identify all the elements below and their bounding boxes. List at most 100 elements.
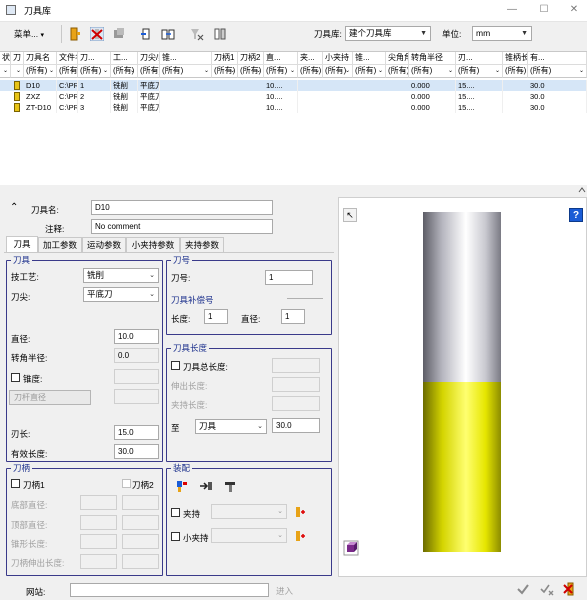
shank-diameter-field[interactable] xyxy=(114,389,159,404)
top-diameter-field-2[interactable] xyxy=(122,515,159,530)
column-header[interactable]: 尖角角度 xyxy=(386,52,409,65)
copy-tool-icon[interactable] xyxy=(112,27,126,41)
column-header[interactable]: 刀 xyxy=(11,52,24,65)
close-icon[interactable]: ✕ xyxy=(568,4,580,16)
column-header[interactable]: 刀柄1 xyxy=(212,52,238,65)
column-filter[interactable]: (所有)⌄ xyxy=(57,65,78,78)
column-filter[interactable]: (所有)⌄ xyxy=(138,65,160,78)
small-holder-checkbox[interactable] xyxy=(171,532,180,541)
shank-extension-field-2[interactable] xyxy=(122,554,159,569)
menu-button[interactable]: 菜单... ▾ xyxy=(14,28,44,40)
clear-filter-icon[interactable] xyxy=(190,27,204,41)
to-select[interactable]: 刀具 ⌄ xyxy=(195,419,267,434)
tool-preview-viewer[interactable]: ↖ ? xyxy=(338,197,587,577)
column-header[interactable]: 状 xyxy=(0,52,11,65)
taper-length-field-1[interactable] xyxy=(80,534,117,549)
column-header[interactable]: 夹... xyxy=(298,52,323,65)
column-header[interactable]: 锥... xyxy=(353,52,386,65)
column-header[interactable]: 刀... xyxy=(78,52,111,65)
column-header[interactable]: 文件名 xyxy=(57,52,78,65)
length-offset-field[interactable]: 1 xyxy=(204,309,228,324)
minimize-icon[interactable]: — xyxy=(506,4,518,16)
to-length-field[interactable]: 30.0 xyxy=(272,418,320,433)
column-header[interactable]: 直... xyxy=(264,52,298,65)
column-header[interactable]: 转角半径 xyxy=(409,52,456,65)
help-icon[interactable]: ? xyxy=(569,208,583,222)
column-filter[interactable]: (所有)⌄ xyxy=(386,65,409,78)
import-icon[interactable] xyxy=(140,27,154,41)
shank-extension-field-1[interactable] xyxy=(80,554,117,569)
column-filter[interactable]: ⌄ xyxy=(11,65,24,78)
diameter-offset-field[interactable]: 1 xyxy=(281,309,305,324)
shank2-checkbox[interactable] xyxy=(122,479,131,488)
tab-motion-params[interactable]: 运动参数 xyxy=(82,237,126,252)
library-select[interactable]: 建个刀具库 ▼ xyxy=(345,26,431,41)
column-header[interactable]: 锥... xyxy=(160,52,212,65)
export-icon[interactable] xyxy=(161,27,175,41)
bottom-diameter-field-2[interactable] xyxy=(122,495,159,510)
maximize-icon[interactable]: ☐ xyxy=(538,4,550,16)
column-filter[interactable]: ⌄ xyxy=(0,65,11,78)
column-filter[interactable]: (所有)⌄ xyxy=(111,65,138,78)
apply-icon[interactable] xyxy=(540,582,554,596)
column-filter[interactable]: (所有)⌄ xyxy=(212,65,238,78)
unit-select[interactable]: mm ▼ xyxy=(472,26,532,41)
holder-checkbox[interactable] xyxy=(171,508,180,517)
diameter-field[interactable]: 10.0 xyxy=(114,329,159,344)
attach-holder-icon[interactable] xyxy=(199,479,213,493)
holder-edit-icon[interactable] xyxy=(293,505,307,519)
column-header[interactable]: 小夹持 xyxy=(323,52,353,65)
tip-select[interactable]: 平底刀 ⌄ xyxy=(83,287,159,302)
comment-field[interactable]: No comment xyxy=(91,219,273,234)
column-filter[interactable]: (所有)⌄ xyxy=(323,65,353,78)
column-filter[interactable]: (所有)⌄ xyxy=(238,65,264,78)
column-filter[interactable]: (所有)⌄ xyxy=(503,65,528,78)
total-length-field[interactable] xyxy=(272,358,320,373)
tool-name-field[interactable]: D10 xyxy=(91,200,273,215)
table-row[interactable]: ZXZC:\PR...2铣削平底刀 10.... 0.00015.... 30.0 xyxy=(0,91,587,102)
view-orientation-icon[interactable] xyxy=(343,540,359,556)
effective-length-field[interactable]: 30.0 xyxy=(114,444,159,459)
small-holder-select[interactable]: ⌄ xyxy=(211,528,287,543)
column-settings-icon[interactable] xyxy=(214,27,228,41)
column-header[interactable]: 刀柄2 xyxy=(238,52,264,65)
select-cursor-icon[interactable]: ↖ xyxy=(343,208,357,222)
assemble-tool-icon[interactable] xyxy=(175,479,189,493)
shank-diameter-button[interactable]: 刀杆直径 xyxy=(9,390,91,405)
website-field[interactable] xyxy=(70,583,269,597)
holder-length-field[interactable] xyxy=(272,396,320,411)
top-diameter-field-1[interactable] xyxy=(80,515,117,530)
tab-small-holder-params[interactable]: 小夹持参数 xyxy=(126,237,180,252)
column-header[interactable]: 有... xyxy=(528,52,587,65)
column-filter[interactable]: (所有)⌄ xyxy=(78,65,111,78)
bottom-diameter-field-1[interactable] xyxy=(80,495,117,510)
total-length-checkbox[interactable] xyxy=(171,361,180,370)
column-filter[interactable]: (所有)⌄ xyxy=(528,65,587,78)
column-filter[interactable]: (所有)⌄ xyxy=(264,65,298,78)
column-header[interactable]: 刃... xyxy=(456,52,503,65)
flute-length-field[interactable]: 15.0 xyxy=(114,425,159,440)
taper-field[interactable] xyxy=(114,369,159,384)
accept-icon[interactable] xyxy=(516,582,530,596)
column-filter[interactable]: (所有)⌄ xyxy=(298,65,323,78)
attach-shank-icon[interactable] xyxy=(223,479,237,493)
process-select[interactable]: 铣削 ⌄ xyxy=(83,268,159,283)
column-filter[interactable]: (所有)⌄ xyxy=(456,65,503,78)
corner-radius-field[interactable]: 0.0 xyxy=(114,348,159,363)
column-header[interactable]: 锥柄长度 xyxy=(503,52,528,65)
scroll-up-icon[interactable] xyxy=(578,185,586,195)
taper-length-field-2[interactable] xyxy=(122,534,159,549)
column-filter[interactable]: (所有)⌄ xyxy=(353,65,386,78)
taper-checkbox[interactable] xyxy=(11,373,20,382)
splitter[interactable] xyxy=(0,185,587,197)
cancel-icon[interactable] xyxy=(563,581,579,597)
collapse-icon[interactable]: ⌃ xyxy=(10,202,18,213)
stickout-length-field[interactable] xyxy=(272,377,320,392)
table-row[interactable]: D10C:\PR...1铣削平底刀 10.... 0.00015.... 30.0 xyxy=(0,80,587,91)
tool-number-field[interactable]: 1 xyxy=(265,270,313,285)
table-row[interactable]: ZT-D10C:\PR...3铣削平底刀 10.... 0.00015.... 30.… xyxy=(0,102,587,113)
tab-tool[interactable]: 刀具 xyxy=(6,236,38,253)
column-header[interactable]: 工... xyxy=(111,52,138,65)
holder-select[interactable]: ⌄ xyxy=(211,504,287,519)
new-tool-icon[interactable] xyxy=(68,27,82,41)
